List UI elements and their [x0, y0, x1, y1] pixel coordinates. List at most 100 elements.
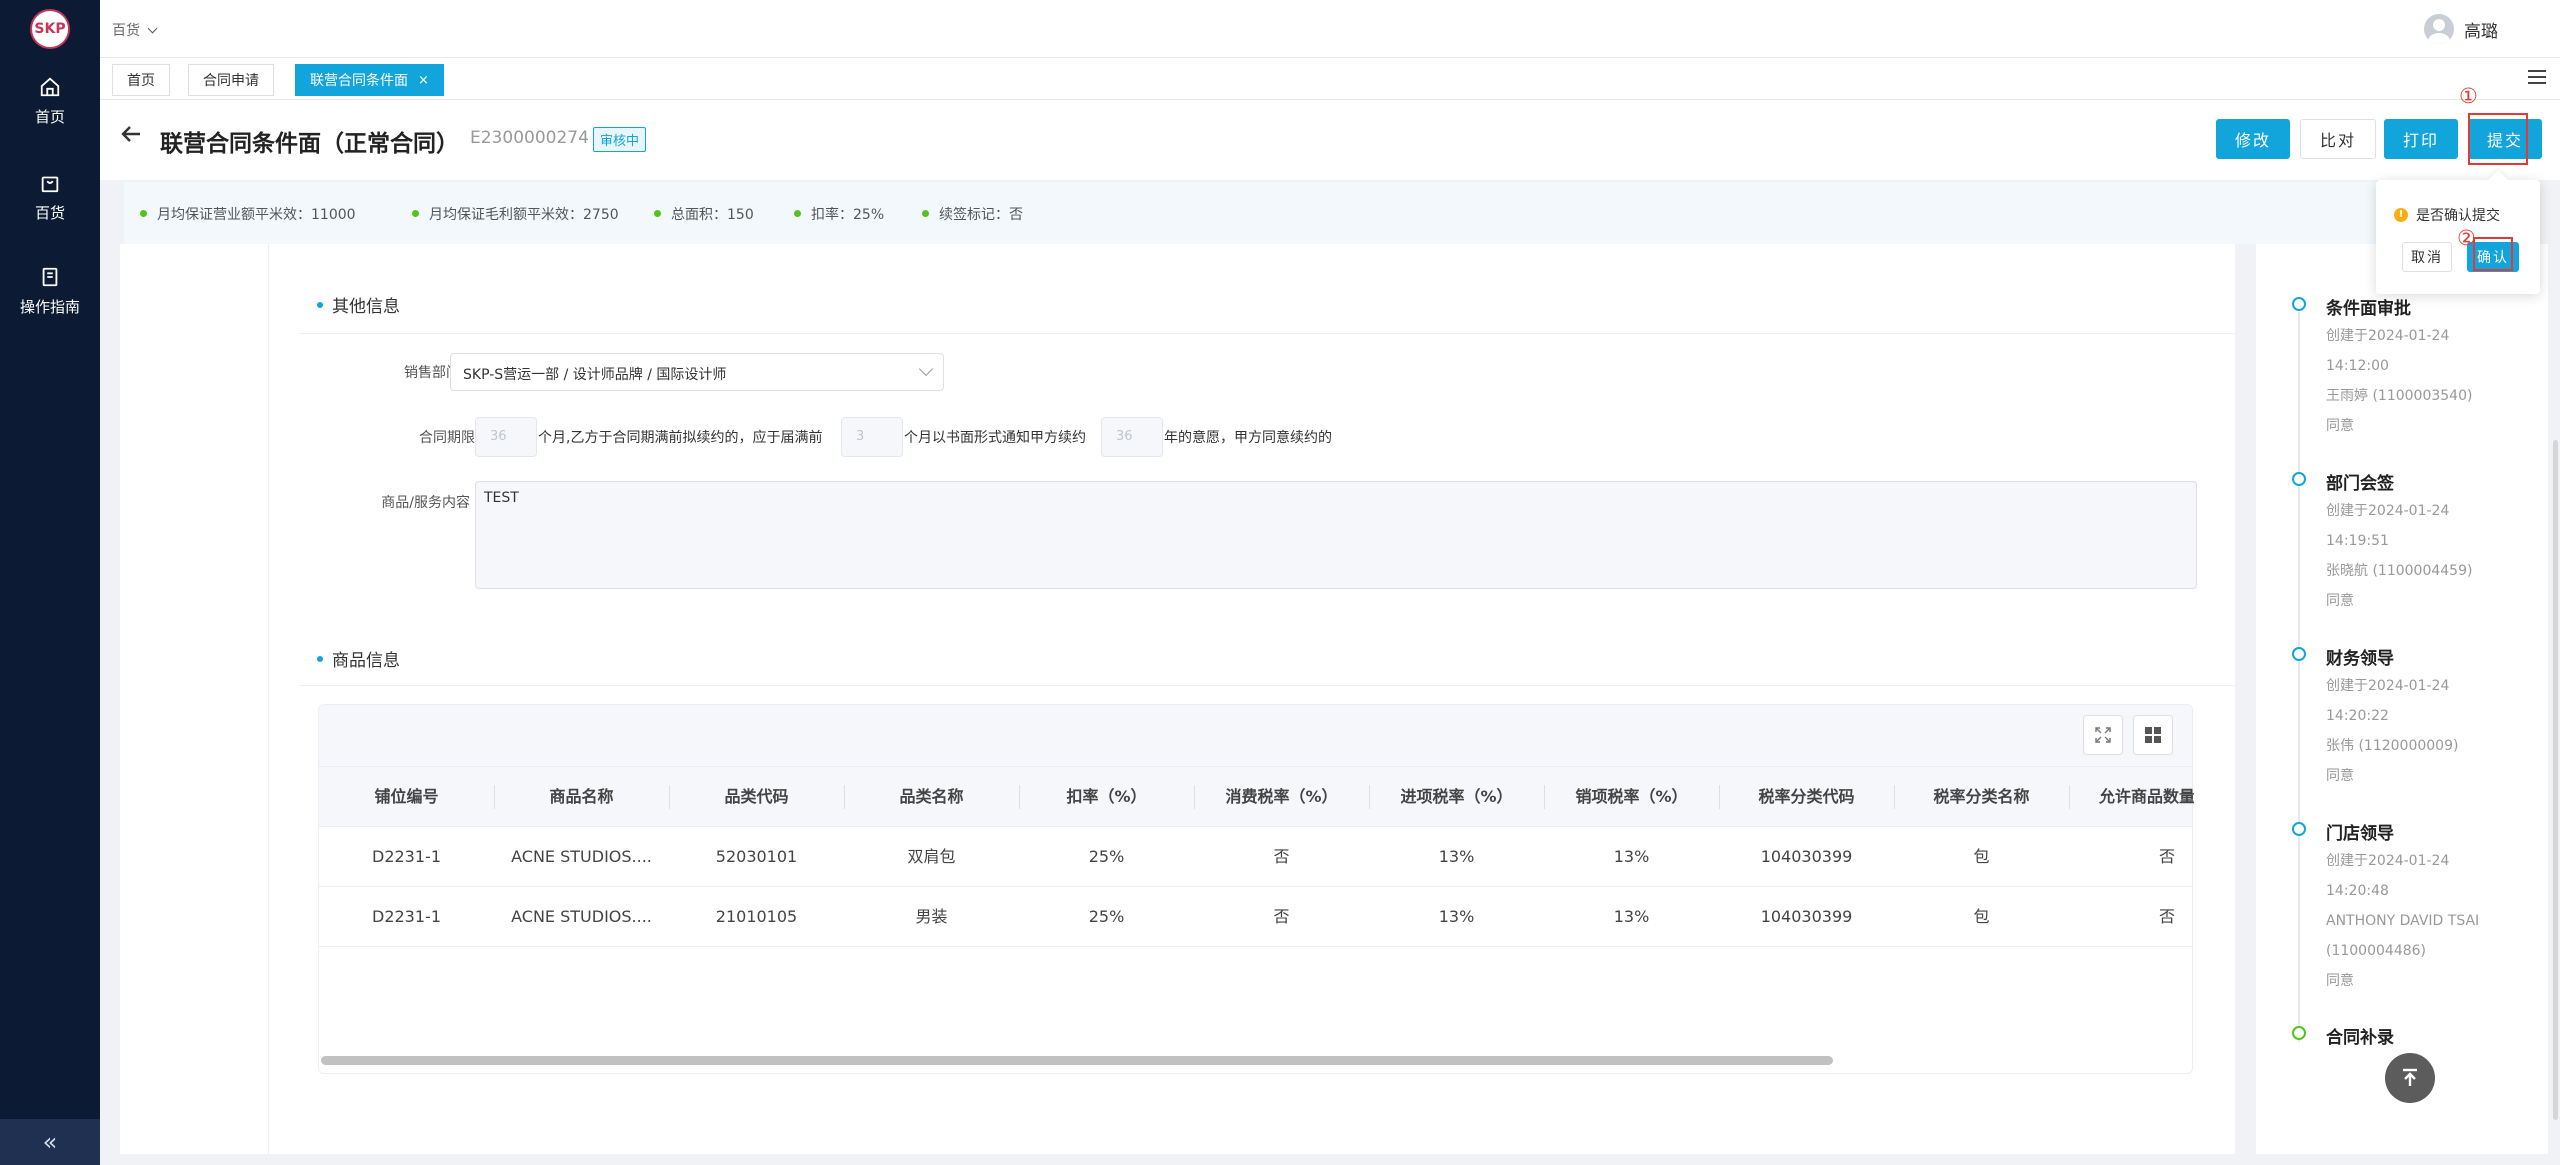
- back-arrow-icon[interactable]: [120, 122, 142, 152]
- hamburger-menu-icon[interactable]: [2528, 70, 2546, 86]
- table-cell: 13%: [1438, 847, 1475, 866]
- page-scrollbar[interactable]: [2553, 440, 2558, 1120]
- arrow-up-icon: [2403, 1068, 2417, 1086]
- tab-home[interactable]: 首页: [112, 64, 170, 96]
- table-cell: 包: [1973, 907, 1990, 926]
- timeline-step-title: 财务领导: [2326, 649, 2394, 669]
- timeline-line-text: 创建于2024-01-24: [2326, 853, 2450, 869]
- sidebar-item-guide[interactable]: 操作指南: [0, 266, 100, 317]
- store-selector[interactable]: 百货: [112, 20, 158, 40]
- compare-button[interactable]: 比对: [2300, 119, 2376, 159]
- table-row[interactable]: D2231-1 ACNE STUDIOS.... 52030101 双肩包 25…: [319, 827, 2192, 887]
- timeline-step-detail: 创建于2024-01-24 14:20:22 张伟 (1120000009) 同…: [2326, 671, 2458, 791]
- timeline-dot: [2292, 297, 2306, 311]
- timeline-step-title: 合同补录: [2326, 1028, 2394, 1048]
- timeline-dot: [2292, 472, 2306, 486]
- summary-item: 扣率：25%: [794, 204, 884, 224]
- column-header[interactable]: 销项税率（%）: [1544, 767, 1719, 827]
- term-text: 个月,乙方于合同期满前拟续约的，应于届满前: [538, 430, 823, 446]
- timeline-step-title: 部门会签: [2326, 474, 2394, 494]
- print-button[interactable]: 打印: [2384, 119, 2458, 159]
- tab-contract-conditions[interactable]: 联营合同条件面 ×: [295, 64, 444, 96]
- section-title-goods: 商品信息: [317, 646, 400, 671]
- back-to-top-button[interactable]: [2385, 1053, 2435, 1103]
- column-header[interactable]: 进项税率（%）: [1369, 767, 1544, 827]
- term-months-input[interactable]: 36: [475, 417, 537, 457]
- table-cell: 25%: [1088, 907, 1125, 926]
- table-cell: 52030101: [715, 847, 798, 866]
- dept-select[interactable]: SKP-S营运一部 / 设计师品牌 / 国际设计师: [450, 353, 944, 391]
- warning-icon: !: [2394, 208, 2408, 222]
- table-cell: 104030399: [1760, 907, 1853, 926]
- table-row[interactable]: D2231-1 ACNE STUDIOS.... 21010105 男装 25%…: [319, 887, 2192, 947]
- dept-label: 销售部门: [404, 365, 460, 381]
- horizontal-scrollbar[interactable]: [321, 1056, 1833, 1065]
- term-text: 年的意愿，甲方同意续约的: [1164, 430, 1332, 446]
- timeline-line-text: 14:20:48: [2326, 883, 2389, 899]
- timeline-line-text: 王雨婷 (1100003540): [2326, 388, 2473, 404]
- timeline-line-text: 14:12:00: [2326, 358, 2389, 374]
- contract-code: E2300000274: [470, 128, 589, 148]
- timeline-line-text: 同意: [2326, 973, 2354, 989]
- dept-select-value: SKP-S营运一部 / 设计师品牌 / 国际设计师: [463, 367, 727, 383]
- column-header[interactable]: 品类代码: [669, 767, 844, 827]
- sidebar-item-label: 首页: [34, 108, 65, 126]
- column-header[interactable]: 税率分类代码: [1719, 767, 1894, 827]
- timeline-step-title: 门店领导: [2326, 824, 2394, 844]
- timeline-line-text: 张晓航 (1100004459): [2326, 563, 2473, 579]
- tab-contract-apply[interactable]: 合同申请: [188, 64, 274, 96]
- content-textarea[interactable]: TEST: [475, 481, 2197, 589]
- timeline-line-text: 张伟 (1120000009): [2326, 738, 2459, 754]
- table-cell: 104030399: [1760, 847, 1853, 866]
- timeline-step-title: 条件面审批: [2326, 299, 2411, 319]
- fullscreen-icon[interactable]: [2083, 715, 2123, 755]
- chevron-down-icon: [918, 361, 934, 377]
- sidebar-item-department-store[interactable]: 百货: [0, 172, 100, 223]
- column-header[interactable]: 铺位编号: [319, 767, 494, 827]
- tab-bar: 首页 合同申请 联营合同条件面 ×: [100, 58, 2560, 100]
- summary-item: 月均保证毛利额平米效：2750: [412, 204, 619, 224]
- timeline-step-detail: 创建于2024-01-24 14:19:51 张晓航 (1100004459) …: [2326, 496, 2472, 616]
- top-bar: 百货 高璐: [100, 0, 2560, 58]
- table-cell: D2231-1: [372, 847, 441, 866]
- timeline-line-text: (1100004486): [2326, 943, 2426, 959]
- column-settings-icon[interactable]: [2133, 715, 2173, 755]
- section-title-other-info: 其他信息: [317, 292, 400, 317]
- timeline-line-text: 同意: [2326, 593, 2354, 609]
- term-notice-input[interactable]: 3: [841, 417, 903, 457]
- edit-button[interactable]: 修改: [2216, 119, 2290, 159]
- step-marker-1: ①: [2459, 84, 2478, 108]
- table-cell: 13%: [1613, 907, 1650, 926]
- sidebar-item-home[interactable]: 首页: [0, 76, 100, 127]
- avatar: [2424, 14, 2454, 44]
- timeline-line-text: 14:19:51: [2326, 533, 2389, 549]
- column-header[interactable]: 税率分类名称: [1894, 767, 2069, 827]
- main-panel: 其他信息 销售部门 SKP-S营运一部 / 设计师品牌 / 国际设计师 合同期限…: [120, 244, 2235, 1154]
- column-header[interactable]: 允许商品数量: [2069, 767, 2194, 827]
- approval-timeline: 条件面审批 创建于2024-01-24 14:12:00 王雨婷 (110000…: [2256, 244, 2548, 1154]
- timeline-line-text: 同意: [2326, 768, 2354, 784]
- brand-logo[interactable]: SKP: [30, 9, 70, 49]
- user-menu[interactable]: 高璐: [2424, 14, 2498, 44]
- timeline-step-detail: 创建于2024-01-24 14:20:48 ANTHONY DAVID TSA…: [2326, 846, 2479, 996]
- summary-item: 月均保证营业额平米效：11000: [140, 204, 356, 224]
- table-cell: 13%: [1613, 847, 1650, 866]
- book-icon: [42, 267, 58, 287]
- sidebar-collapse-button[interactable]: «: [0, 1119, 100, 1165]
- table-cell: ACNE STUDIOS....: [511, 847, 652, 866]
- column-header[interactable]: 商品名称: [494, 767, 669, 827]
- page-title: 联营合同条件面（正常合同）: [160, 131, 459, 157]
- sidebar-item-label: 操作指南: [19, 298, 80, 316]
- table-header: 铺位编号 商品名称 品类代码 品类名称 扣率（%） 消费税率（%） 进项税率（%…: [319, 767, 2194, 827]
- table-cell: 13%: [1438, 907, 1475, 926]
- close-icon[interactable]: ×: [418, 73, 429, 88]
- column-header[interactable]: 消费税率（%）: [1194, 767, 1369, 827]
- timeline-dot: [2292, 822, 2306, 836]
- term-label: 合同期限: [419, 430, 475, 446]
- tab-label: 合同申请: [203, 73, 259, 89]
- column-header[interactable]: 品类名称: [844, 767, 1019, 827]
- term-renew-input[interactable]: 36: [1101, 417, 1163, 457]
- timeline-line-text: 14:20:22: [2326, 708, 2389, 724]
- cancel-button[interactable]: 取消: [2402, 242, 2452, 272]
- column-header[interactable]: 扣率（%）: [1019, 767, 1194, 827]
